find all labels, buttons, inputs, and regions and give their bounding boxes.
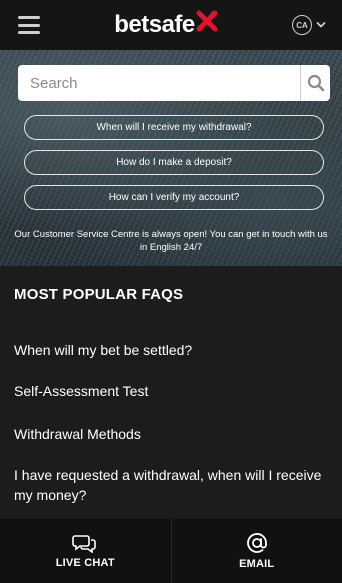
email-label: EMAIL [239, 558, 275, 570]
search-button[interactable] [300, 65, 330, 101]
email-button[interactable]: EMAIL [170, 519, 342, 583]
country-badge: CA [291, 15, 312, 35]
customer-service-note: Our Customer Service Centre is always op… [14, 229, 328, 253]
search-input[interactable] [18, 65, 300, 101]
bottom-contact-bar: LIVE CHAT EMAIL [0, 519, 342, 583]
faq-item[interactable]: When will my bet be settled? [14, 340, 324, 360]
popular-faqs-title: MOST POPULAR FAQS [14, 286, 184, 303]
faq-item[interactable]: Withdrawal Methods [14, 424, 324, 444]
logo-x-mark-icon [196, 10, 218, 32]
chat-bubbles-icon [72, 535, 97, 553]
at-sign-icon [246, 533, 267, 553]
quick-link-withdrawal[interactable]: When will I receive my withdrawal? [24, 115, 324, 140]
quick-link-deposit[interactable]: How do I make a deposit? [24, 150, 324, 175]
hero-section: When will I receive my withdrawal? How d… [0, 50, 342, 266]
hamburger-menu-button[interactable] [18, 16, 40, 34]
popular-faqs-section: MOST POPULAR FAQS When will my bet be se… [0, 266, 342, 516]
top-header: betsafe CA [0, 0, 342, 50]
search-icon [307, 74, 324, 92]
faq-item[interactable]: Self-Assessment Test [14, 381, 324, 401]
live-chat-label: LIVE CHAT [55, 557, 115, 569]
country-selector[interactable]: CA [291, 15, 326, 35]
quick-link-verify-account[interactable]: How can I verify my account? [24, 185, 324, 210]
logo-text: betsafe [114, 11, 195, 38]
chevron-down-icon [316, 22, 326, 28]
hamburger-icon [18, 16, 40, 19]
faq-item[interactable]: I have requested a withdrawal, when will… [14, 465, 324, 505]
betsafe-logo[interactable]: betsafe [114, 10, 218, 39]
search-box [18, 65, 330, 101]
live-chat-button[interactable]: LIVE CHAT [0, 519, 171, 583]
